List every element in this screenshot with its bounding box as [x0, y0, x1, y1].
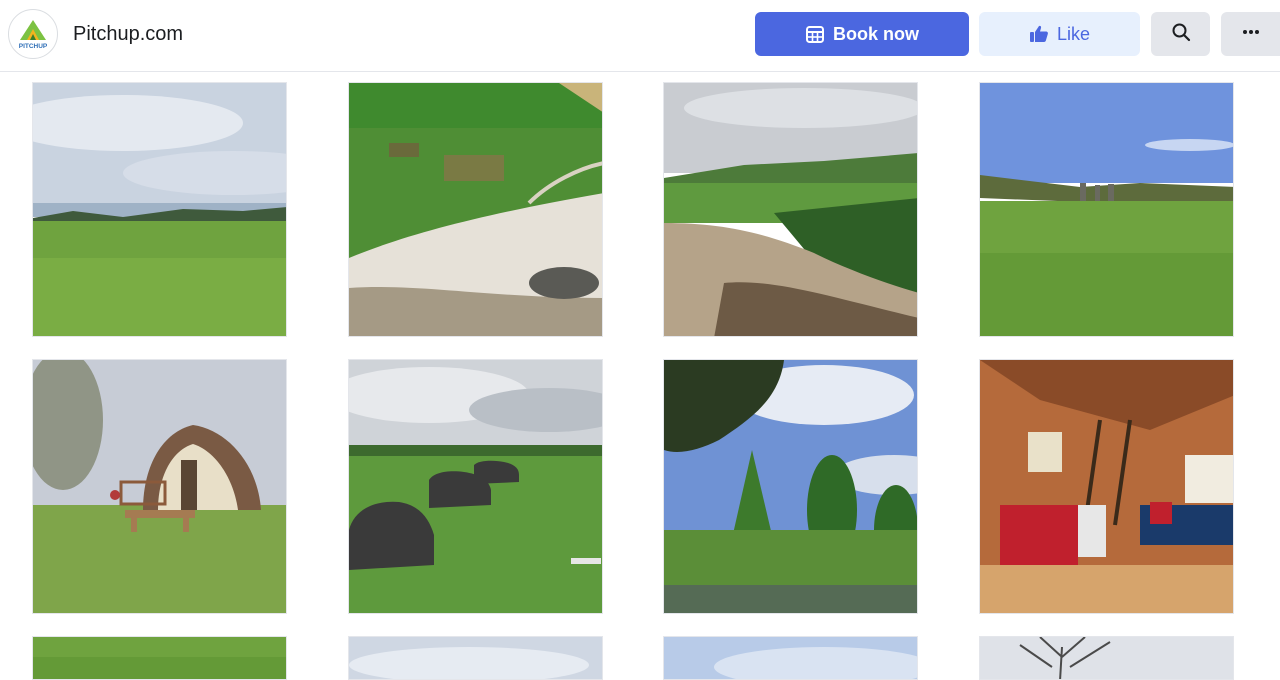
thumbs-up-icon [1029, 24, 1049, 44]
gallery-photo[interactable] [979, 359, 1234, 614]
logo-text: PITCHUP [19, 43, 48, 50]
search-icon [1171, 22, 1191, 47]
pitchup-logo[interactable]: PITCHUP [8, 9, 58, 59]
like-button[interactable]: Like [979, 12, 1140, 56]
gallery-photo[interactable] [32, 359, 287, 614]
book-now-button[interactable]: Book now [755, 12, 969, 56]
more-dots-icon [1241, 22, 1261, 47]
gallery-photo[interactable] [979, 636, 1234, 680]
gallery-photo[interactable] [663, 359, 918, 614]
gallery-photo[interactable] [348, 636, 603, 680]
calendar-icon [805, 24, 825, 44]
tent-logo-icon: PITCHUP [10, 11, 56, 57]
search-button[interactable] [1151, 12, 1210, 56]
gallery-photo[interactable] [32, 636, 287, 680]
gallery-photo[interactable] [979, 82, 1234, 337]
more-options-button[interactable] [1221, 12, 1280, 56]
gallery-photo[interactable] [663, 636, 918, 680]
book-now-label: Book now [833, 23, 919, 44]
like-label: Like [1056, 23, 1091, 44]
page-header: PITCHUP Pitchup.com Book now Like [0, 0, 1280, 72]
gallery-photo[interactable] [32, 82, 287, 337]
gallery-photo[interactable] [348, 82, 603, 337]
gallery-photo[interactable] [663, 82, 918, 337]
gallery-photo[interactable] [348, 359, 603, 614]
page-name[interactable]: Pitchup.com [73, 21, 183, 47]
